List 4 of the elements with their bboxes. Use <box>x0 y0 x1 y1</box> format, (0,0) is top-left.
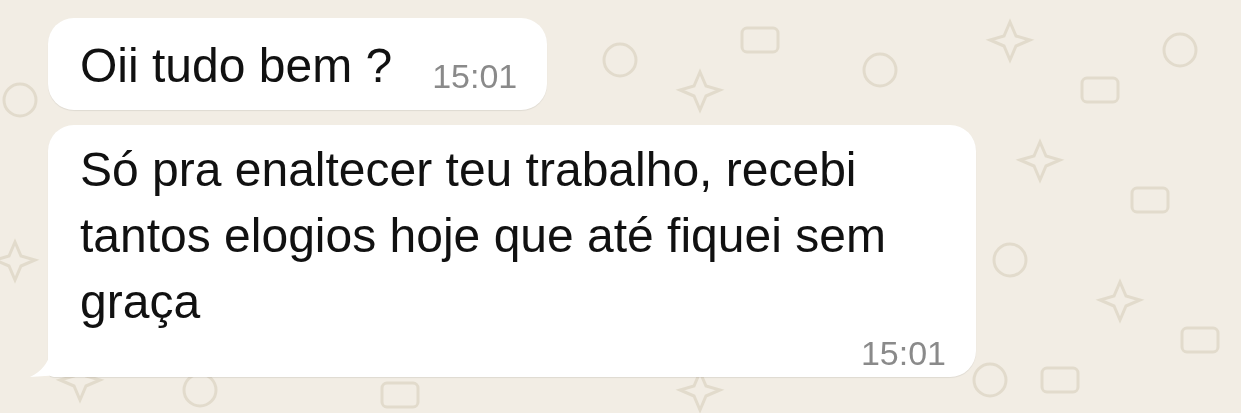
message-text: Oii tudo bem ? <box>80 38 393 94</box>
message-time: 15:01 <box>860 335 946 371</box>
message-text: Só pra enaltecer teu trabalho, recebi tantos elogios hoje que até fiquei sem graça <box>80 142 887 330</box>
message-time: 15:01 <box>432 56 518 96</box>
